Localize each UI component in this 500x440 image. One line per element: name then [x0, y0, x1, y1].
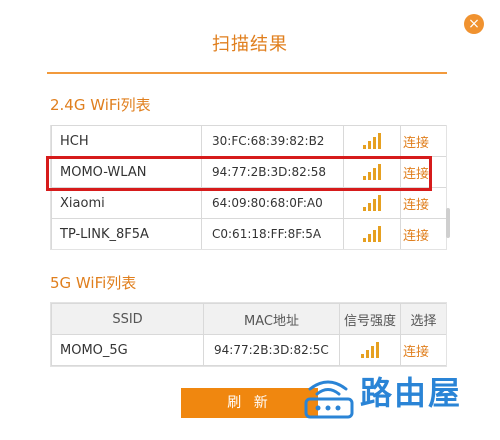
header-signal: 信号强度	[339, 303, 401, 335]
header-mac: MAC地址	[203, 303, 340, 335]
dialog-title: 扫描结果	[212, 34, 288, 55]
signal-cell	[339, 334, 401, 366]
signal-bars-icon	[363, 195, 381, 211]
list-scrollbar[interactable]	[446, 208, 450, 238]
signal-bars-icon	[363, 226, 381, 242]
table-header-row: SSID MAC地址 信号强度 选择	[51, 303, 446, 335]
connect-link[interactable]: 连接	[400, 187, 446, 219]
refresh-button[interactable]: 刷 新	[181, 388, 318, 418]
wifi-24g-section-title: 2.4G WiFi列表	[50, 96, 151, 114]
wifi-5g-section-title: 5G WiFi列表	[50, 274, 137, 292]
header-select: 选择	[400, 303, 446, 335]
signal-bars-icon	[361, 342, 379, 358]
watermark-text: 路由屋	[360, 374, 463, 412]
ssid-cell: HCH	[51, 125, 202, 157]
wifi-24g-row[interactable]: HCH 30:FC:68:39:82:B2 连接	[51, 125, 446, 157]
wifi-24g-row[interactable]: TP-LINK_8F5A C0:61:18:FF:8F:5A 连接	[51, 218, 446, 249]
connect-link[interactable]: 连接	[400, 125, 446, 157]
wifi-24g-row[interactable]: Xiaomi 64:09:80:68:0F:A0 连接	[51, 187, 446, 219]
mac-cell: 94:77:2B:3D:82:5C	[203, 334, 340, 366]
mac-cell: 64:09:80:68:0F:A0	[201, 187, 344, 219]
ssid-cell: TP-LINK_8F5A	[51, 218, 202, 249]
ssid-cell: MOMO_5G	[51, 334, 204, 366]
title-divider	[47, 72, 447, 74]
mac-cell: C0:61:18:FF:8F:5A	[201, 218, 344, 249]
wifi-5g-list: SSID MAC地址 信号强度 选择 MOMO_5G 94:77:2B:3D:8…	[50, 302, 447, 367]
wifi-5g-row[interactable]: MOMO_5G 94:77:2B:3D:82:5C 连接	[51, 334, 446, 366]
ssid-cell: Xiaomi	[51, 187, 202, 219]
highlight-box	[46, 156, 432, 191]
connect-link[interactable]: 连接	[400, 218, 446, 249]
signal-bars-icon	[363, 133, 381, 149]
header-ssid: SSID	[51, 303, 204, 335]
connect-link[interactable]: 连接	[400, 334, 446, 366]
signal-cell	[343, 218, 401, 249]
mac-cell: 30:FC:68:39:82:B2	[201, 125, 344, 157]
signal-cell	[343, 125, 401, 157]
signal-cell	[343, 187, 401, 219]
